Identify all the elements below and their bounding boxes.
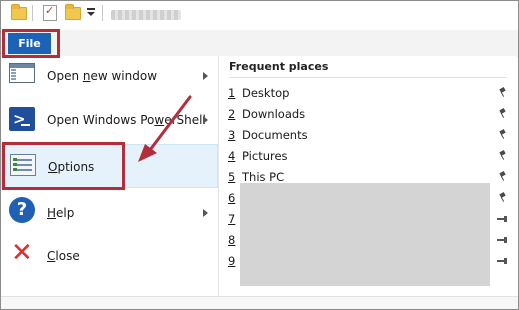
annotation-arrow: [138, 95, 192, 162]
